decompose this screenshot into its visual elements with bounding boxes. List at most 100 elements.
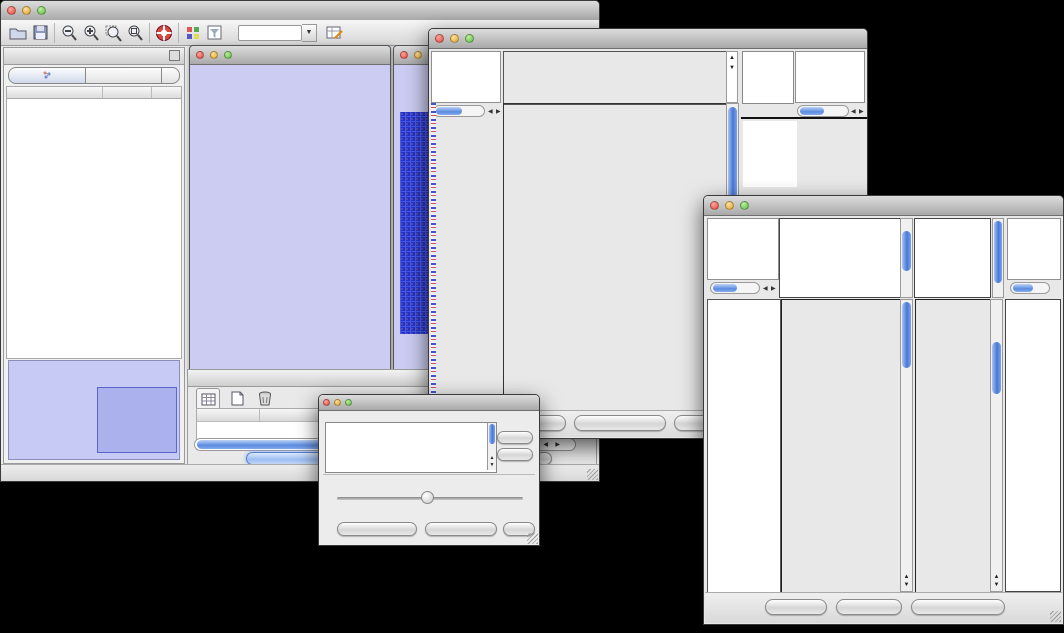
treeview2-hints-scrollbar[interactable] <box>1010 282 1050 294</box>
vscroll-thumb[interactable] <box>902 302 911 368</box>
animate-vizmap-button[interactable] <box>337 522 417 536</box>
treeview2-window: ◀ ▶ ▲▼ ▲▼ <box>703 195 1064 625</box>
move-down-button[interactable] <box>497 448 533 461</box>
vizmapper-grid-icon[interactable] <box>182 22 204 43</box>
desktop: ▼ <box>0 0 1064 633</box>
close-button[interactable] <box>400 51 408 59</box>
treeview2-title-bar[interactable] <box>704 196 1063 216</box>
map-colors-dialog: ▲▼ <box>318 394 540 546</box>
summary-vscrollbar[interactable]: ▲▼ <box>990 299 1003 592</box>
network-view-title-bar[interactable] <box>190 46 390 65</box>
close-button[interactable] <box>7 6 16 15</box>
vscroll-thumb[interactable] <box>992 342 1001 394</box>
save-data-button[interactable] <box>836 599 902 615</box>
summary-heatmap-canvas[interactable] <box>915 299 991 594</box>
zoom-fit-icon[interactable] <box>124 22 146 43</box>
network-graph-canvas[interactable] <box>190 64 388 369</box>
scroll-left-icon[interactable]: ◀ <box>850 107 857 117</box>
minimize-button[interactable] <box>210 51 218 59</box>
network-view-window <box>189 45 391 371</box>
dialog-title-bar[interactable] <box>319 395 539 411</box>
main-title-bar[interactable] <box>1 1 599 21</box>
mini-correlation-matrix[interactable] <box>743 121 797 187</box>
close-button[interactable] <box>435 34 444 43</box>
zoom-out-icon[interactable] <box>58 22 80 43</box>
treeview2-button-bar <box>705 592 1062 623</box>
zoom-selected-icon[interactable] <box>102 22 124 43</box>
scroll-right-icon[interactable]: ▶ <box>858 107 865 117</box>
top-area-vscrollbar[interactable] <box>900 218 913 298</box>
treeview1-view-status-panel <box>431 51 501 103</box>
heatmap-vscrollbar[interactable]: ▲▼ <box>900 299 913 592</box>
minimize-button[interactable] <box>22 6 31 15</box>
trash-icon[interactable] <box>254 388 276 409</box>
attribute-list[interactable]: ▲▼ <box>325 422 497 473</box>
usage-hints-text <box>1008 223 1060 225</box>
create-vizmap-button[interactable] <box>425 522 497 536</box>
treeview1-rotated-labels <box>742 51 794 104</box>
filter-document-icon[interactable] <box>204 22 226 43</box>
column-dendrogram-canvas[interactable] <box>503 51 727 105</box>
edit-table-icon[interactable] <box>323 22 345 43</box>
divider <box>741 117 867 119</box>
scroll-right-icon[interactable]: ▶ <box>554 440 561 450</box>
float-panel-icon[interactable] <box>169 50 180 61</box>
zoom-button[interactable] <box>740 201 749 210</box>
export-graphics-button[interactable] <box>574 415 666 431</box>
row-dendrogram-canvas[interactable] <box>436 103 501 411</box>
scroll-right-icon[interactable]: ▶ <box>770 284 777 294</box>
zoom-button[interactable] <box>465 34 474 43</box>
list-vscrollbar[interactable]: ▲▼ <box>487 423 496 470</box>
zoom-button[interactable] <box>224 51 232 59</box>
treeview1-usage-hints-panel <box>795 51 865 103</box>
minimize-button[interactable] <box>450 34 459 43</box>
help-lifebuoy-icon[interactable] <box>153 22 175 43</box>
move-up-button[interactable] <box>497 431 533 444</box>
minimize-button[interactable] <box>725 201 734 210</box>
overview-viewport-rect[interactable] <box>97 387 177 453</box>
scroll-left-icon[interactable]: ◀ <box>542 440 549 450</box>
treeview1-title-bar[interactable] <box>429 29 867 49</box>
settings-button[interactable] <box>765 599 827 615</box>
treeview2-usage-hints-panel <box>1007 218 1061 280</box>
heatmap-canvas[interactable] <box>781 299 901 594</box>
zoom-button[interactable] <box>345 399 352 406</box>
treeview2-status-scrollbar[interactable] <box>710 282 760 294</box>
scroll-left-icon[interactable]: ◀ <box>762 284 769 294</box>
vscroll-thumb[interactable] <box>489 424 495 444</box>
close-button[interactable] <box>323 399 330 406</box>
resize-grip[interactable] <box>587 469 598 480</box>
usage-hints-text <box>796 56 864 58</box>
search-dropdown-arrow-icon[interactable]: ▼ <box>302 24 317 42</box>
treeview1-hints-scrollbar[interactable] <box>797 105 849 117</box>
minimize-button[interactable] <box>334 399 341 406</box>
tab-network[interactable] <box>8 67 86 84</box>
resize-grip[interactable] <box>1050 611 1061 622</box>
column-header-id[interactable] <box>197 409 260 421</box>
control-panel <box>3 47 185 464</box>
treeview2-top-dendrogram-area <box>779 218 901 298</box>
dendrogram-mini-scrollbar[interactable]: ▲▼ <box>726 51 738 103</box>
export-graphics-button[interactable] <box>911 599 1005 615</box>
network-table-header <box>6 86 182 99</box>
tab-overflow-arrow[interactable] <box>162 67 180 84</box>
save-icon[interactable] <box>29 22 51 43</box>
heatmap-canvas[interactable] <box>503 103 727 413</box>
labels-vscrollbar[interactable] <box>992 218 1004 298</box>
zoom-button[interactable] <box>37 6 46 15</box>
resize-grip[interactable] <box>527 533 538 544</box>
vscroll-thumb[interactable] <box>902 231 911 271</box>
zoom-in-icon[interactable] <box>80 22 102 43</box>
search-input[interactable] <box>238 25 302 41</box>
vscroll-thumb[interactable] <box>994 221 1002 283</box>
minimize-button[interactable] <box>414 51 422 59</box>
open-folder-icon[interactable] <box>7 22 29 43</box>
row-dendrogram-canvas[interactable] <box>707 299 781 594</box>
new-document-icon[interactable] <box>226 388 248 409</box>
dense-network-block[interactable] <box>400 112 430 334</box>
tab-vizmapper[interactable] <box>86 67 162 84</box>
close-button[interactable] <box>710 201 719 210</box>
close-button[interactable] <box>196 51 204 59</box>
animation-slider-thumb[interactable] <box>421 491 434 504</box>
control-panel-tabs <box>8 67 180 84</box>
